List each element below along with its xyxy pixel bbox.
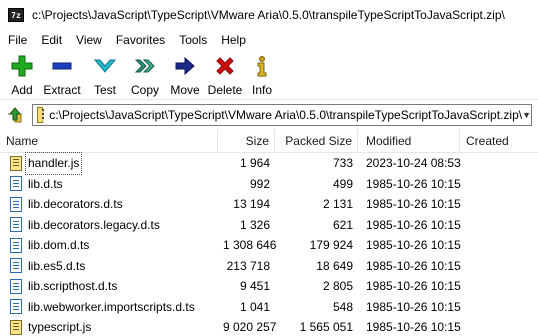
move-label: Move [170,83,200,97]
file-packed-size: 2 805 [322,279,353,293]
window-title: c:\Projects\JavaScript\TypeScript\VMware… [32,8,505,22]
address-field[interactable]: c:\Projects\JavaScript\TypeScript\VMware… [32,104,532,126]
file-name: lib.decorators.d.ts [28,197,123,211]
file-row[interactable]: lib.d.ts 992 499 1985-10-26 10:15 [0,174,538,195]
copy-arrow-icon [134,55,156,77]
ts-file-icon [10,299,22,315]
file-row[interactable]: lib.scripthost.d.ts 9 451 2 805 1985-10-… [0,276,538,297]
file-size: 1 326 [239,217,270,232]
file-name: lib.decorators.legacy.d.ts [28,217,160,232]
file-name: lib.scripthost.d.ts [28,279,118,293]
address-path: c:\Projects\JavaScript\TypeScript\VMware… [49,108,523,122]
toolbar: Add Extract Test Copy Move Delete Info [0,51,538,100]
file-name: lib.es5.d.ts [28,258,86,273]
file-packed-size: 499 [332,176,353,191]
ts-file-icon [10,176,22,192]
file-modified: 1985-10-26 10:15 [366,279,461,293]
chevron-down-icon[interactable]: ▼ [522,105,531,125]
ts-file-icon [10,196,22,212]
file-list: Name Size Packed Size Modified Created h… [0,129,538,336]
file-packed-size: 733 [332,156,353,170]
arrow-right-icon [174,55,196,77]
file-modified: 1985-10-26 10:15 [366,299,461,314]
file-size: 1 041 [239,299,270,314]
file-name: lib.dom.d.ts [28,238,90,252]
column-header-packed-size[interactable]: Packed Size [275,129,358,153]
move-button[interactable]: Move [168,51,202,97]
add-label: Add [11,83,33,97]
minus-icon [51,55,73,77]
column-header-modified[interactable]: Modified [358,129,460,153]
column-header-name[interactable]: Name [0,129,218,153]
ts-file-icon [10,237,22,253]
file-row[interactable]: handler.js 1 964 733 2023-10-24 08:53 [0,152,538,175]
menu-help[interactable]: Help [214,30,253,50]
file-size: 213 718 [226,258,270,273]
file-size: 13 194 [233,197,270,211]
app-7zip-icon: 7z [8,8,24,22]
info-button[interactable]: Info [250,51,274,97]
file-packed-size: 548 [332,299,353,314]
file-size: 9 020 257 [223,320,277,334]
file-size: 1 308 646 [223,238,277,252]
file-modified: 1985-10-26 10:15 [366,197,461,211]
file-row[interactable]: typescript.js 9 020 257 1 565 051 1985-1… [0,317,538,336]
file-packed-size: 1 565 051 [299,320,353,334]
info-icon [251,55,273,77]
ts-file-icon [10,217,22,233]
up-folder-icon[interactable] [6,106,24,124]
chevron-down-icon [94,55,116,77]
column-header-size[interactable]: Size [218,129,275,153]
file-modified: 1985-10-26 10:15 [366,176,461,191]
file-packed-size: 18 649 [316,258,353,273]
menu-favorites[interactable]: Favorites [109,30,172,50]
extract-button[interactable]: Extract [42,51,82,97]
info-label: Info [251,83,272,97]
list-header: Name Size Packed Size Modified Created [0,129,538,153]
file-size: 9 451 [239,279,270,293]
file-packed-size: 2 131 [322,197,353,211]
file-name: typescript.js [28,320,92,334]
file-name: lib.d.ts [28,176,63,191]
add-button[interactable]: Add [6,51,38,97]
file-packed-size: 179 924 [309,238,353,252]
file-row[interactable]: lib.es5.d.ts 213 718 18 649 1985-10-26 1… [0,256,538,277]
file-row[interactable]: lib.decorators.d.ts 13 194 2 131 1985-10… [0,194,538,215]
js-file-icon [10,155,22,171]
file-modified: 1985-10-26 10:15 [366,217,461,232]
file-modified: 1985-10-26 10:15 [366,238,461,252]
file-name: lib.webworker.importscripts.d.ts [28,299,195,314]
file-size: 992 [249,176,270,191]
file-size: 1 964 [239,156,270,170]
file-packed-size: 621 [332,217,353,232]
menu-view[interactable]: View [69,30,109,50]
menu-file[interactable]: File [0,30,34,50]
menu-tools[interactable]: Tools [172,30,214,50]
copy-label: Copy [130,83,159,97]
plus-icon [11,55,33,77]
address-bar: c:\Projects\JavaScript\TypeScript\VMware… [0,103,538,127]
ts-file-icon [10,278,22,294]
file-modified: 2023-10-24 08:53 [366,156,461,170]
test-label: Test [93,83,116,97]
test-button[interactable]: Test [88,51,122,97]
extract-label: Extract [43,83,81,97]
copy-button[interactable]: Copy [128,51,162,97]
delete-button[interactable]: Delete [206,51,244,97]
menu-bar: File Edit View Favorites Tools Help [0,30,538,50]
ts-file-icon [10,258,22,274]
file-row[interactable]: lib.dom.d.ts 1 308 646 179 924 1985-10-2… [0,235,538,256]
file-modified: 1985-10-26 10:15 [366,320,461,334]
zip-archive-icon [37,107,45,123]
js-file-icon [10,319,22,335]
title-bar: 7z c:\Projects\JavaScript\TypeScript\VMw… [0,0,538,30]
x-icon [214,55,236,77]
menu-edit[interactable]: Edit [34,30,69,50]
file-row[interactable]: lib.webworker.importscripts.d.ts 1 041 5… [0,297,538,318]
file-name: handler.js [24,152,83,175]
column-header-created[interactable]: Created [460,129,538,153]
delete-label: Delete [207,83,243,97]
file-modified: 1985-10-26 10:15 [366,258,461,273]
file-row[interactable]: lib.decorators.legacy.d.ts 1 326 621 198… [0,215,538,236]
